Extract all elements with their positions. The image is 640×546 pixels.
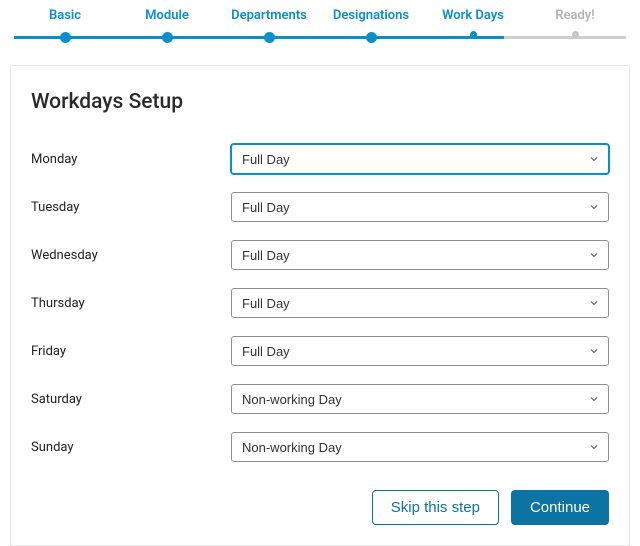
day-label: Sunday — [31, 440, 231, 455]
day-select[interactable]: Full Day — [231, 288, 609, 318]
day-row: ThursdayFull Day — [31, 288, 609, 318]
day-select-wrap: Full Day — [231, 288, 609, 318]
day-select[interactable]: Full Day — [231, 192, 609, 222]
page-title: Workdays Setup — [31, 90, 609, 114]
step-designations[interactable]: Designations — [320, 8, 422, 29]
step-dot — [264, 32, 275, 43]
skip-button[interactable]: Skip this step — [372, 490, 499, 525]
day-select-wrap: Full Day — [231, 336, 609, 366]
stepper: BasicModuleDepartmentsDesignationsWork D… — [0, 0, 640, 43]
step-ready-[interactable]: Ready! — [524, 8, 626, 29]
step-departments[interactable]: Departments — [218, 8, 320, 29]
day-select[interactable]: Non-working Day — [231, 432, 609, 462]
workdays-panel: Workdays Setup MondayFull DayTuesdayFull… — [10, 65, 630, 546]
step-module[interactable]: Module — [116, 8, 218, 29]
day-row: MondayFull Day — [31, 144, 609, 174]
day-select-wrap: Non-working Day — [231, 384, 609, 414]
step-dot — [366, 32, 377, 43]
day-label: Saturday — [31, 392, 231, 407]
day-select[interactable]: Full Day — [231, 240, 609, 270]
day-row: FridayFull Day — [31, 336, 609, 366]
day-row: SaturdayNon-working Day — [31, 384, 609, 414]
day-label: Monday — [31, 152, 231, 167]
step-dot — [470, 31, 477, 38]
day-label: Wednesday — [31, 248, 231, 263]
day-select-wrap: Full Day — [231, 240, 609, 270]
day-row: WednesdayFull Day — [31, 240, 609, 270]
footer-actions: Skip this step Continue — [31, 490, 609, 525]
step-basic[interactable]: Basic — [14, 8, 116, 29]
step-dot — [572, 31, 579, 38]
day-select-wrap: Full Day — [231, 144, 609, 174]
day-select[interactable]: Full Day — [231, 336, 609, 366]
day-row: SundayNon-working Day — [31, 432, 609, 462]
day-row: TuesdayFull Day — [31, 192, 609, 222]
day-select-wrap: Full Day — [231, 192, 609, 222]
step-work-days[interactable]: Work Days — [422, 8, 524, 29]
day-select[interactable]: Non-working Day — [231, 384, 609, 414]
continue-button[interactable]: Continue — [511, 490, 609, 525]
day-select-wrap: Non-working Day — [231, 432, 609, 462]
day-select[interactable]: Full Day — [231, 144, 609, 174]
step-dot — [162, 32, 173, 43]
day-label: Friday — [31, 344, 231, 359]
step-dot — [60, 32, 71, 43]
day-label: Tuesday — [31, 200, 231, 215]
days-list: MondayFull DayTuesdayFull DayWednesdayFu… — [31, 144, 609, 462]
day-label: Thursday — [31, 296, 231, 311]
